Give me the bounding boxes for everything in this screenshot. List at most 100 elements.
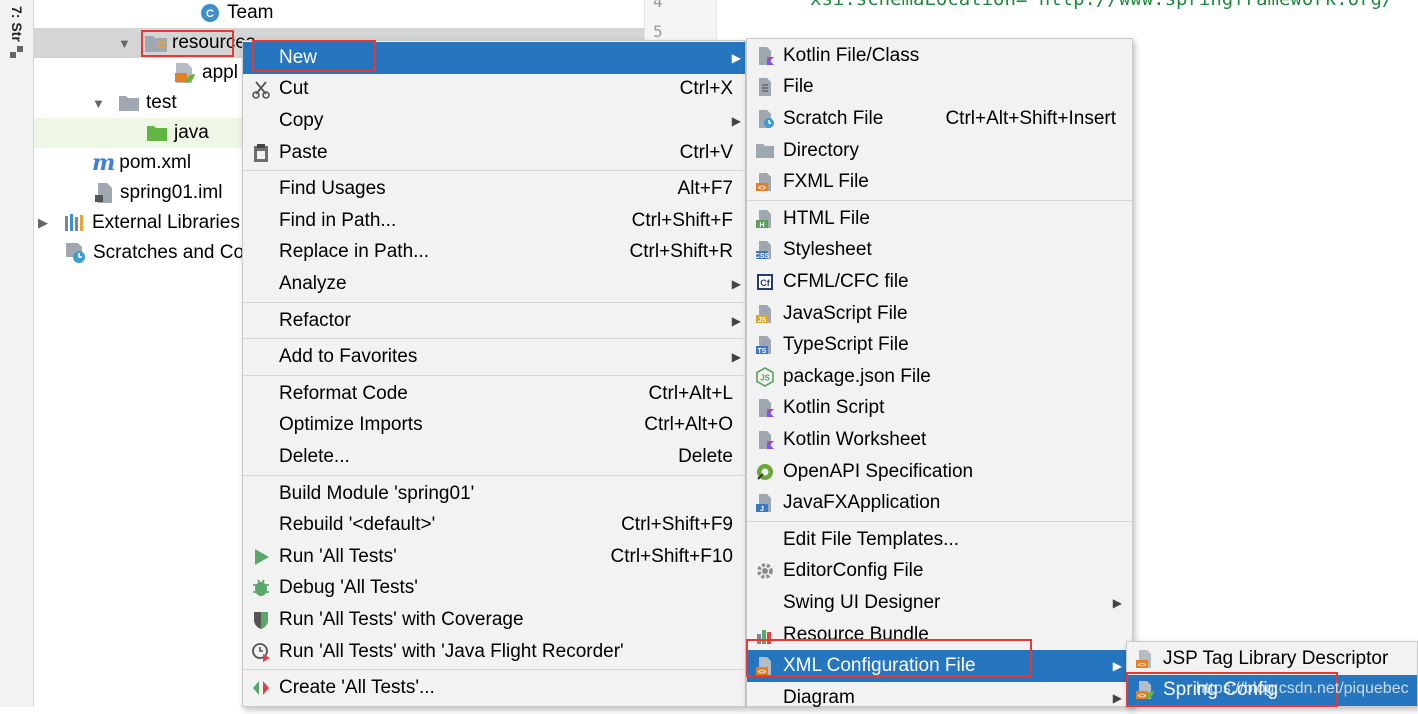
- typescript-file-icon: TS: [755, 335, 775, 355]
- menu-separator: [747, 200, 1132, 201]
- package-json-icon: JS: [755, 366, 775, 387]
- menu-item-shortcut: Alt+F7: [677, 178, 733, 200]
- menu-item-label: Build Module 'spring01': [279, 482, 475, 504]
- menu-item-shortcut: Delete: [678, 445, 733, 467]
- new-menu-item-typescript-file[interactable]: TS TypeScript File: [747, 329, 1132, 361]
- svg-text:CSS: CSS: [755, 253, 770, 260]
- gear-icon: [755, 561, 775, 581]
- maven-icon: m: [92, 150, 116, 176]
- submenu-arrow-icon: ▶: [731, 113, 741, 128]
- scissors-icon: [251, 79, 271, 100]
- new-menu-item-javascript-file[interactable]: JS JavaScript File: [747, 298, 1132, 330]
- structure-tool-button[interactable]: 7: Str: [9, 6, 25, 42]
- menu-item-label: CFML/CFC file: [783, 270, 909, 292]
- context-menu-item-refactor[interactable]: Refactor ▶: [243, 305, 745, 337]
- new-menu-item-scratch-file[interactable]: Scratch File Ctrl+Alt+Shift+Insert: [747, 103, 1132, 135]
- menu-item-label: EditorConfig File: [783, 560, 924, 582]
- context-menu-item-run-all-tests[interactable]: Run 'All Tests' Ctrl+Shift+F10: [243, 541, 745, 573]
- new-menu-item-stylesheet[interactable]: CSS Stylesheet: [747, 235, 1132, 267]
- green-folder-icon: [147, 126, 167, 141]
- collapse-arrow-icon[interactable]: ▼: [92, 96, 112, 111]
- new-menu-item-kotlin-script[interactable]: Kotlin Script: [747, 393, 1132, 425]
- svg-text:JS: JS: [760, 373, 770, 382]
- menu-item-label: XML Configuration File: [783, 655, 976, 677]
- context-menu-item-rebuild[interactable]: Rebuild '<default>' Ctrl+Shift+F9: [243, 509, 745, 541]
- menu-item-shortcut: Ctrl+Shift+R: [629, 241, 733, 263]
- kotlin-file-icon: [755, 46, 775, 66]
- menu-item-label: Run 'All Tests' with Coverage: [279, 608, 524, 630]
- new-menu-item-cfml-cfc-file[interactable]: Cf CFML/CFC file: [747, 266, 1132, 298]
- xml-menu-item-jsp-tag-library-descriptor[interactable]: <> JSP Tag Library Descriptor: [1127, 643, 1417, 675]
- new-menu-item-diagram[interactable]: Diagram ▶: [747, 682, 1132, 714]
- editor-area[interactable]: xsi:schemaLocation="http://www.springfra…: [718, 0, 1418, 40]
- new-menu-item-javafx-application[interactable]: J JavaFXApplication: [747, 487, 1132, 519]
- libraries-icon: [65, 214, 83, 231]
- menu-item-label: Find Usages: [279, 178, 386, 200]
- context-menu-item-reformat-code[interactable]: Reformat Code Ctrl+Alt+L: [243, 378, 745, 410]
- context-menu-item-delete[interactable]: Delete... Delete: [243, 441, 745, 473]
- submenu-arrow-icon: ▶: [1112, 690, 1122, 705]
- context-menu-item-build-module[interactable]: Build Module 'spring01': [243, 478, 745, 510]
- new-menu-item-edit-file-templates[interactable]: Edit File Templates...: [747, 524, 1132, 556]
- submenu-arrow-icon: ▶: [731, 50, 741, 65]
- context-menu-item-copy[interactable]: Copy ▶: [243, 105, 745, 137]
- new-menu-item-file[interactable]: File: [747, 72, 1132, 104]
- context-menu-item-find-usages[interactable]: Find Usages Alt+F7: [243, 173, 745, 205]
- new-menu-item-kotlin-worksheet[interactable]: Kotlin Worksheet: [747, 424, 1132, 456]
- menu-item-shortcut: Ctrl+X: [679, 78, 733, 100]
- menu-item-shortcut: Ctrl+V: [679, 141, 733, 163]
- scratch-file-icon: [755, 109, 775, 129]
- menu-item-shortcut: Ctrl+Alt+Shift+Insert: [945, 107, 1116, 129]
- xml-file-icon: <>: [755, 656, 775, 676]
- new-menu-item-xml-configuration-file[interactable]: <> XML Configuration File ▶: [747, 650, 1132, 682]
- context-menu-item-add-to-favorites[interactable]: Add to Favorites ▶: [243, 341, 745, 373]
- svg-text:H: H: [759, 222, 764, 229]
- tree-item-label: spring01.iml: [120, 182, 223, 203]
- folder-icon: [119, 96, 139, 111]
- submenu-arrow-icon: ▶: [1112, 659, 1122, 674]
- new-menu-item-directory[interactable]: Directory: [747, 135, 1132, 167]
- menu-item-label: Directory: [783, 139, 860, 161]
- tree-item-team[interactable]: C Team: [34, 0, 644, 28]
- submenu-arrow-icon: ▶: [731, 313, 741, 328]
- svg-text:TS: TS: [758, 348, 767, 355]
- context-menu-item-debug-all-tests[interactable]: Debug 'All Tests': [243, 573, 745, 605]
- new-menu-item-fxml-file[interactable]: <> FXML File: [747, 166, 1132, 198]
- context-menu-item-find-in-path[interactable]: Find in Path... Ctrl+Shift+F: [243, 205, 745, 237]
- context-menu-item-paste[interactable]: Paste Ctrl+V: [243, 137, 745, 169]
- menu-item-label: New: [279, 46, 318, 68]
- menu-item-label: Diagram: [783, 686, 855, 708]
- folder-icon: [755, 141, 775, 161]
- menu-item-label: Cut: [279, 78, 309, 100]
- context-menu-item-new[interactable]: New ▶: [243, 42, 745, 74]
- fxml-file-icon: <>: [755, 172, 775, 192]
- new-menu-item-package-json-file[interactable]: JS package.json File: [747, 361, 1132, 393]
- new-menu-item-openapi-specification[interactable]: OpenAPI Specification: [747, 456, 1132, 488]
- context-menu-item-optimize-imports[interactable]: Optimize Imports Ctrl+Alt+O: [243, 410, 745, 442]
- context-menu-item-run-with-jfr[interactable]: Run 'All Tests' with 'Java Flight Record…: [243, 636, 745, 668]
- context-menu-item-analyze[interactable]: Analyze ▶: [243, 268, 745, 300]
- menu-item-label: TypeScript File: [783, 334, 909, 356]
- context-menu-item-cut[interactable]: Cut Ctrl+X: [243, 74, 745, 106]
- menu-item-label: JSP Tag Library Descriptor: [1163, 647, 1389, 669]
- kotlin-script-icon: [755, 398, 775, 418]
- menu-separator: [243, 375, 745, 376]
- resource-bundle-icon: [755, 625, 775, 645]
- new-menu-item-resource-bundle[interactable]: Resource Bundle: [747, 619, 1132, 651]
- menu-item-label: Kotlin Script: [783, 397, 885, 419]
- new-menu-item-html-file[interactable]: H HTML File: [747, 203, 1132, 235]
- menu-separator: [243, 170, 745, 172]
- menu-item-shortcut: Ctrl+Shift+F: [631, 209, 733, 231]
- new-menu-item-swing-ui-designer[interactable]: Swing UI Designer ▶: [747, 587, 1132, 619]
- new-menu-item-editorconfig-file[interactable]: EditorConfig File: [747, 556, 1132, 588]
- menu-item-shortcut: Ctrl+Shift+F10: [610, 545, 734, 567]
- new-menu-item-kotlin-file-class[interactable]: Kotlin File/Class: [747, 40, 1132, 72]
- context-menu-item-run-with-coverage[interactable]: Run 'All Tests' with Coverage: [243, 604, 745, 636]
- context-menu-item-replace-in-path[interactable]: Replace in Path... Ctrl+Shift+R: [243, 237, 745, 269]
- menu-item-label: Delete...: [279, 445, 350, 467]
- context-menu-item-create-all-tests[interactable]: Create 'All Tests'...: [243, 672, 745, 704]
- svg-text:<>: <>: [1138, 662, 1146, 669]
- menu-separator: [243, 474, 745, 476]
- expand-arrow-icon[interactable]: ▶: [38, 215, 58, 231]
- collapse-arrow-icon[interactable]: ▼: [118, 36, 138, 51]
